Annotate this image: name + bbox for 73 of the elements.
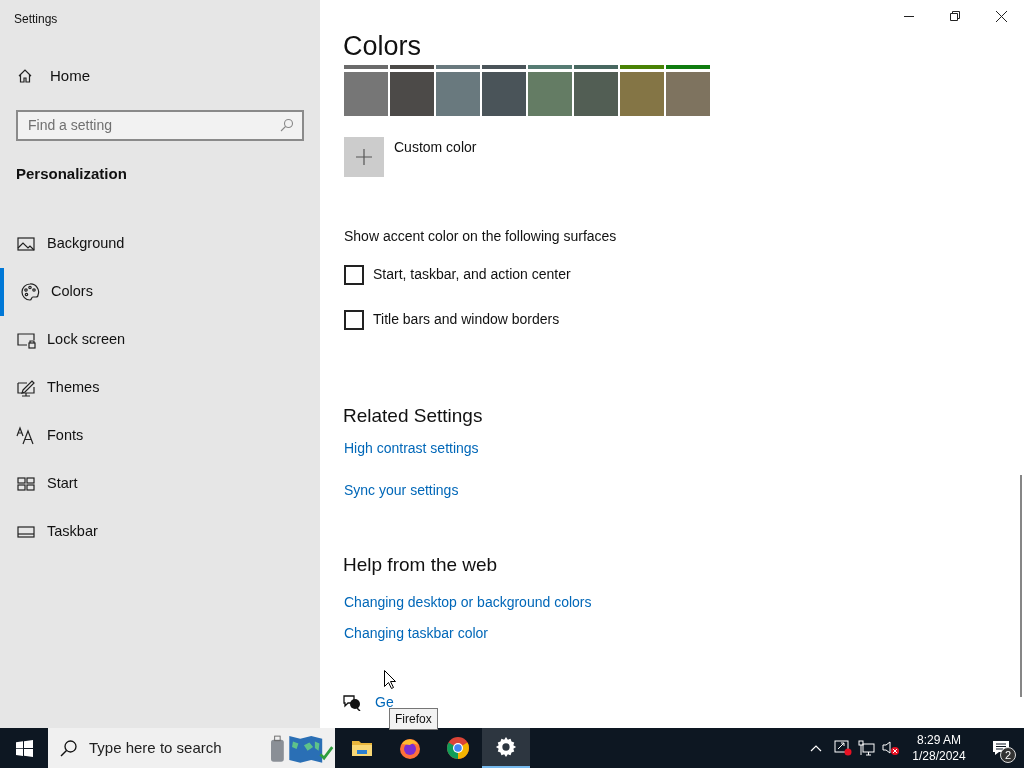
color-swatch[interactable] bbox=[436, 72, 480, 116]
color-swatch[interactable] bbox=[390, 72, 434, 116]
search-input[interactable]: Type here to search bbox=[89, 736, 259, 760]
search-field[interactable]: Find a setting bbox=[16, 109, 304, 141]
speaker-muted-icon bbox=[882, 740, 900, 756]
chat-question-icon bbox=[343, 694, 361, 711]
taskbar-app-button[interactable] bbox=[482, 728, 530, 768]
gear-icon bbox=[495, 736, 517, 758]
date-label: 1/28/2024 bbox=[912, 748, 966, 764]
scrollbar-thumb[interactable] bbox=[1020, 475, 1022, 697]
checkbox-label: Start, taskbar, and action center bbox=[373, 265, 571, 284]
window-title: Settings bbox=[14, 11, 58, 28]
restore-icon bbox=[950, 11, 960, 21]
color-swatch[interactable] bbox=[528, 65, 572, 69]
color-swatch[interactable] bbox=[528, 72, 572, 116]
custom-color-label: Custom color bbox=[394, 138, 477, 157]
chevron-up-icon bbox=[810, 744, 822, 752]
help-link[interactable]: Changing desktop or background colors bbox=[344, 592, 592, 613]
section-heading: Related Settings bbox=[343, 404, 483, 428]
plus-icon bbox=[356, 149, 372, 165]
add-color-button[interactable] bbox=[344, 137, 384, 177]
search-icon bbox=[280, 117, 294, 132]
monitor-lock-icon bbox=[16, 330, 36, 350]
clock[interactable]: 8:29 AM 1/28/2024 bbox=[900, 732, 978, 764]
nav-item[interactable]: Fonts bbox=[0, 412, 320, 460]
color-swatch[interactable] bbox=[390, 65, 434, 69]
color-swatch[interactable] bbox=[482, 65, 526, 69]
mouse-cursor-icon bbox=[384, 670, 396, 689]
section-heading: Personalization bbox=[16, 163, 127, 184]
network-icon bbox=[858, 740, 875, 756]
home-icon bbox=[17, 68, 33, 85]
tooltip: Firefox bbox=[389, 708, 438, 730]
nav-item[interactable]: Taskbar bbox=[0, 508, 320, 556]
nav-item[interactable]: Lock screen bbox=[0, 316, 320, 364]
search-icon bbox=[60, 739, 77, 757]
home-nav-item[interactable]: Home bbox=[17, 65, 90, 88]
nav-item[interactable]: Background bbox=[0, 220, 320, 268]
color-swatch[interactable] bbox=[344, 72, 388, 116]
color-swatch[interactable] bbox=[666, 65, 710, 69]
time-label: 8:29 AM bbox=[917, 732, 961, 748]
color-swatch[interactable] bbox=[620, 72, 664, 116]
nav-item[interactable]: Start bbox=[0, 460, 320, 508]
palette-icon bbox=[20, 282, 40, 302]
minimize-icon bbox=[904, 15, 914, 17]
notifications-button[interactable]: 2 bbox=[978, 728, 1024, 768]
settings-link[interactable]: Sync your settings bbox=[344, 479, 459, 501]
checkbox[interactable] bbox=[344, 264, 364, 285]
section-heading: Help from the web bbox=[343, 552, 498, 577]
checkbox-label: Title bars and window borders bbox=[373, 310, 560, 329]
chrome-icon bbox=[446, 736, 470, 760]
windows-logo-icon bbox=[15, 739, 33, 757]
page-title: Colors bbox=[343, 30, 422, 63]
fox-globe-icon bbox=[398, 736, 422, 760]
color-swatch[interactable] bbox=[666, 72, 710, 116]
taskbar-search-field[interactable]: Type here to search bbox=[48, 728, 335, 768]
color-swatch[interactable] bbox=[574, 72, 618, 116]
close-icon bbox=[995, 10, 1007, 22]
picture-icon bbox=[16, 234, 36, 254]
tiles-icon bbox=[16, 474, 36, 494]
sync-icon bbox=[834, 740, 852, 756]
help-link[interactable]: Changing taskbar color bbox=[344, 623, 488, 644]
settings-link[interactable]: High contrast settings bbox=[344, 437, 479, 459]
color-swatch[interactable] bbox=[574, 65, 618, 69]
monitor-brush-icon bbox=[16, 378, 36, 398]
color-swatch[interactable] bbox=[436, 65, 480, 69]
nav-item[interactable]: Themes bbox=[0, 364, 320, 412]
color-swatch[interactable] bbox=[620, 65, 664, 69]
color-swatch[interactable] bbox=[344, 65, 388, 69]
notification-count: 2 bbox=[1000, 747, 1016, 763]
color-swatch[interactable] bbox=[482, 72, 526, 116]
surfaces-heading: Show accent color on the following surfaces bbox=[344, 227, 617, 246]
fonts-icon bbox=[16, 426, 36, 446]
checkbox[interactable] bbox=[344, 309, 364, 330]
